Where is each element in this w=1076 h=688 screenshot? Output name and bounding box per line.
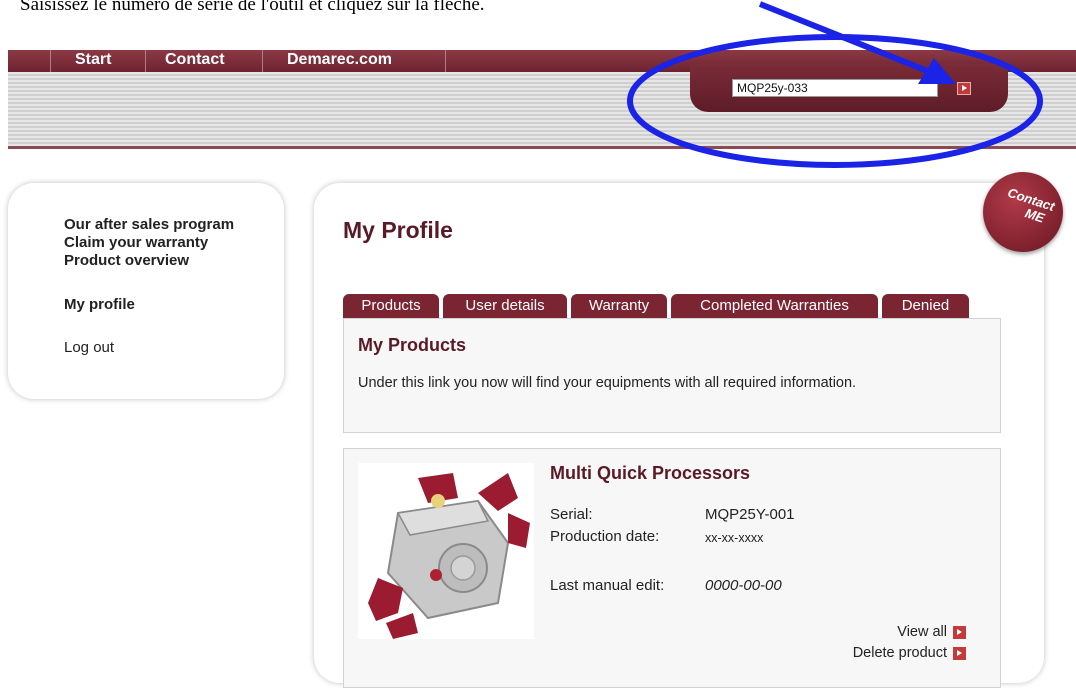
tab-completed-warranties[interactable]: Completed Warranties <box>671 294 878 318</box>
production-date-label: Production date: <box>550 528 660 545</box>
page-title: My Profile <box>343 217 453 243</box>
nav-separator <box>145 50 146 72</box>
delete-product-link[interactable]: Delete product <box>853 645 966 661</box>
last-manual-edit-label: Last manual edit: <box>550 577 665 594</box>
serial-search-input[interactable] <box>732 79 938 97</box>
nav-start-link[interactable]: Start <box>75 50 111 72</box>
tab-warranty[interactable]: Warranty <box>571 294 667 318</box>
sidebar-item-log-out[interactable]: Log out <box>64 339 114 356</box>
search-submit-arrow-button[interactable] <box>957 82 971 95</box>
nav-contact-link[interactable]: Contact <box>165 50 225 72</box>
sidebar-item-product-overview[interactable]: Product overview <box>64 252 189 269</box>
arrow-right-icon <box>953 625 966 639</box>
sidebar-item-my-profile[interactable]: My profile <box>64 296 135 313</box>
products-heading: My Products <box>358 335 467 355</box>
view-all-label: View all <box>897 624 947 640</box>
nav-separator <box>445 50 446 72</box>
serial-value: MQP25Y-001 <box>705 506 795 523</box>
production-date-value: xx-xx-xxxx <box>705 531 764 545</box>
delete-product-label: Delete product <box>852 645 947 661</box>
sidebar-panel: Our after sales program Claim your warra… <box>8 183 284 399</box>
tab-products[interactable]: Products <box>343 294 439 318</box>
sidebar-item-after-sales[interactable]: Our after sales program <box>64 216 234 233</box>
contact-me-badge[interactable]: Contact ME <box>983 172 1063 252</box>
processor-tool-illustration <box>368 473 530 639</box>
arrow-right-icon <box>953 646 966 660</box>
product-name: Multi Quick Processors <box>550 463 751 483</box>
last-manual-edit-value: 0000-00-00 <box>705 577 782 594</box>
instruction-caption: Saisissez le numéro de série de l'outil … <box>20 0 485 15</box>
view-all-link[interactable]: View all <box>897 624 966 640</box>
tab-user-details[interactable]: User details <box>443 294 567 318</box>
header-divider <box>8 146 1076 149</box>
serial-label: Serial: <box>550 506 593 523</box>
nav-separator <box>262 50 263 72</box>
product-image <box>358 463 534 639</box>
tab-denied[interactable]: Denied <box>882 294 969 318</box>
nav-demarec-link[interactable]: Demarec.com <box>287 50 392 72</box>
products-description: Under this link you now will find your e… <box>358 375 857 391</box>
nav-separator <box>50 50 51 72</box>
sidebar-item-claim-warranty[interactable]: Claim your warranty <box>64 234 208 251</box>
